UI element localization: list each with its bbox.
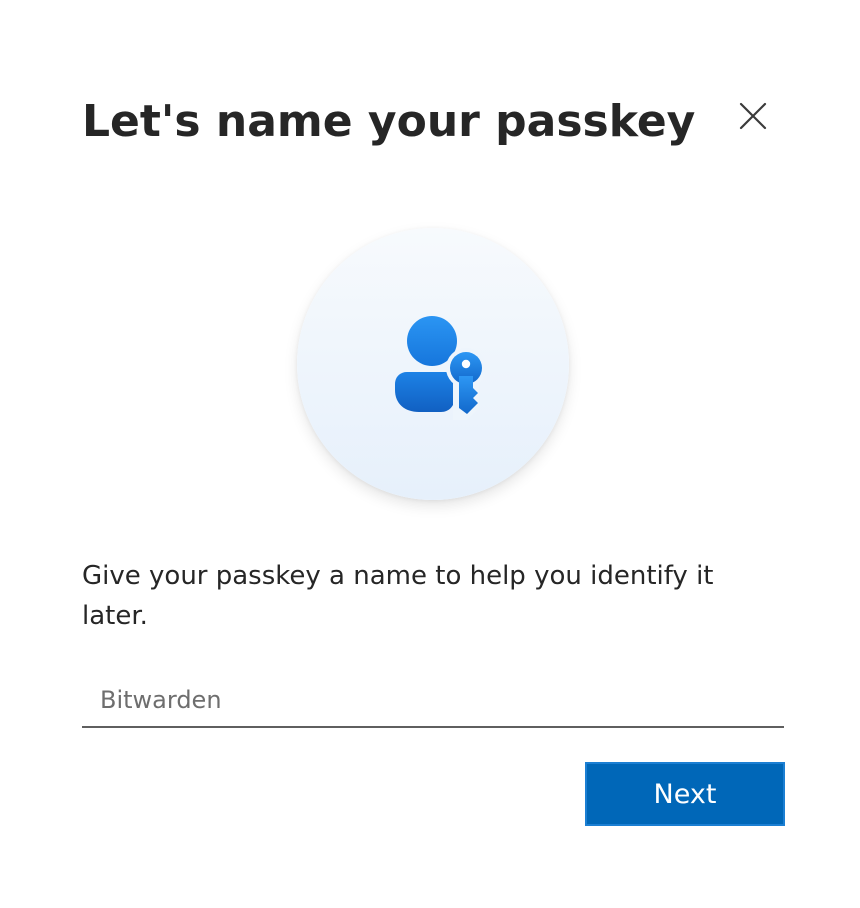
passkey-name-input[interactable] bbox=[82, 674, 784, 728]
name-passkey-dialog: Let's name your passkey Give your passke… bbox=[0, 0, 860, 908]
dialog-title: Let's name your passkey bbox=[82, 96, 696, 147]
next-button[interactable]: Next bbox=[585, 762, 785, 826]
dialog-description: Give your passkey a name to help you ide… bbox=[82, 561, 714, 631]
person-key-icon bbox=[395, 316, 486, 420]
passkey-illustration bbox=[297, 228, 569, 500]
close-icon bbox=[738, 101, 768, 135]
close-button[interactable] bbox=[733, 98, 773, 138]
